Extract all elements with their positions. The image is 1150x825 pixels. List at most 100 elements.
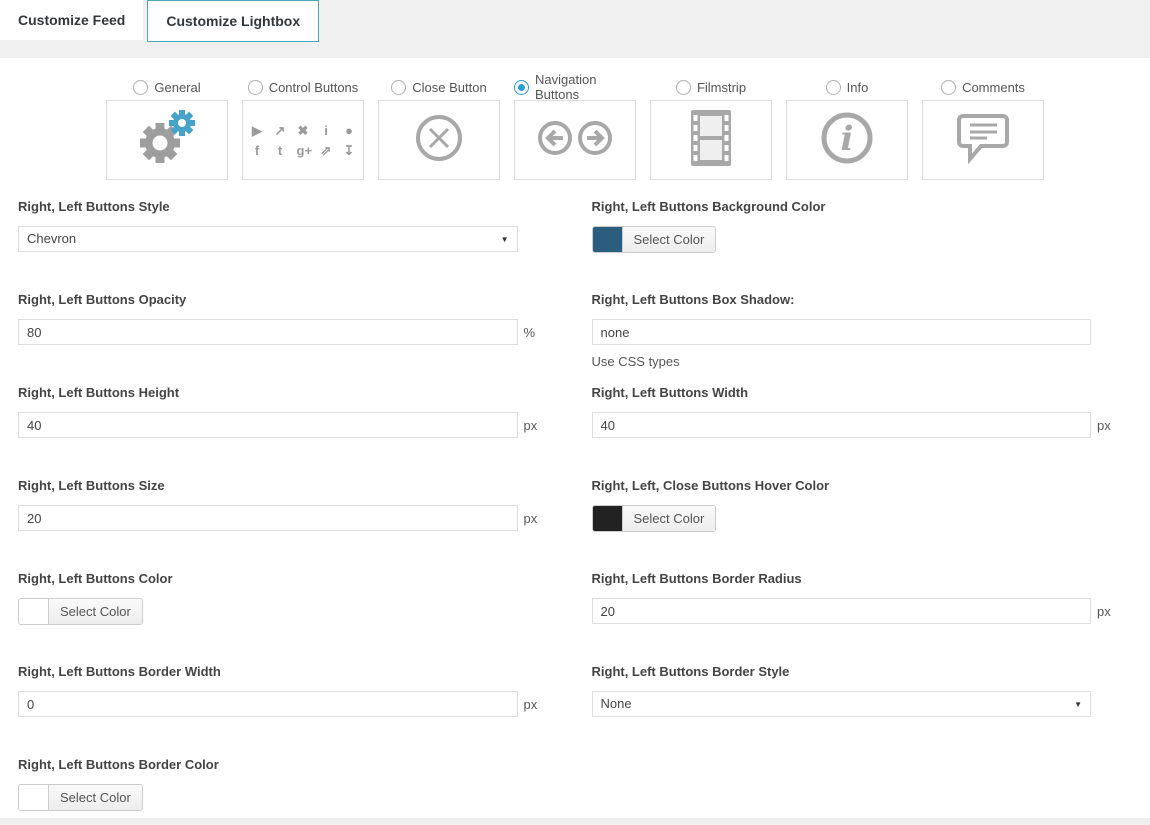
unit-suffix: px [524,418,538,433]
select-color-button[interactable]: Select Color [623,227,716,252]
section-comments: Comments [922,78,1044,180]
expand-icon: ↗ [274,124,287,137]
comment-icon: ● [343,124,356,137]
box-shadow-input[interactable] [592,319,1092,345]
tab-customize-lightbox[interactable]: Customize Lightbox [147,0,319,42]
select-value: None [601,696,632,711]
unit-suffix: px [524,697,538,712]
googleplus-icon: g+ [297,144,310,157]
width-input[interactable] [592,412,1092,438]
field-buttons-background-color: Right, Left Buttons Background Color Sel… [592,199,1118,292]
settings-page: Customize Feed Customize Lightbox Genera… [0,0,1150,825]
border-style-select[interactable]: None ▼ [592,691,1092,717]
radio-filmstrip[interactable]: Filmstrip [650,78,772,96]
radio-label: Filmstrip [697,80,746,95]
iconbox-navigation-buttons[interactable] [514,100,636,180]
border-color-picker[interactable]: Select Color [18,784,143,811]
info-icon: i [320,124,333,137]
twitter-icon: t [274,144,287,157]
section-info: Info i [786,78,908,180]
radio-circle-icon[interactable] [676,80,691,95]
filmstrip-icon [683,107,739,174]
field-border-color: Right, Left Buttons Border Color Select … [18,757,544,825]
radio-label: Control Buttons [269,80,359,95]
iconbox-filmstrip[interactable] [650,100,772,180]
iconbox-close-button[interactable] [378,100,500,180]
radio-control-buttons[interactable]: Control Buttons [242,78,364,96]
field-buttons-size: Right, Left Buttons Size px [18,478,544,571]
radio-close-button[interactable]: Close Button [378,78,500,96]
fullscreen-icon: ✖ [297,124,310,137]
lightbox-settings-panel: General [0,58,1150,818]
size-input[interactable] [18,505,518,531]
field-label: Right, Left Buttons Border Width [18,664,544,679]
prev-next-arrows-icon [535,118,615,163]
radio-comments[interactable]: Comments [922,78,1044,96]
section-filmstrip: Filmstrip [650,78,772,180]
hover-color-picker[interactable]: Select Color [592,505,717,532]
color-swatch[interactable] [19,599,49,624]
radio-general[interactable]: General [106,78,228,96]
color-swatch[interactable] [593,227,623,252]
field-label: Right, Left Buttons Border Radius [592,571,1118,586]
height-input[interactable] [18,412,518,438]
field-label: Right, Left Buttons Height [18,385,544,400]
buttons-style-select[interactable]: Chevron ▼ [18,226,518,252]
field-buttons-style: Right, Left Buttons Style Chevron ▼ [18,199,544,292]
info-circle-icon: i [816,107,878,174]
unit-suffix: % [524,325,536,340]
unit-suffix: px [1097,418,1111,433]
color-swatch[interactable] [19,785,49,810]
field-label: Right, Left Buttons Background Color [592,199,1118,214]
section-close-button: Close Button [378,78,500,180]
radio-label: General [154,80,200,95]
tab-customize-feed[interactable]: Customize Feed [0,0,143,40]
field-buttons-height: Right, Left Buttons Height px [18,385,544,478]
radio-circle-icon[interactable] [248,80,263,95]
radio-label: Info [847,80,869,95]
iconbox-info[interactable]: i [786,100,908,180]
field-label: Right, Left, Close Buttons Hover Color [592,478,1118,493]
field-border-width: Right, Left Buttons Border Width px [18,664,544,757]
section-selector: General [0,58,1150,180]
field-label: Right, Left Buttons Border Color [18,757,544,772]
field-label: Right, Left Buttons Box Shadow: [592,292,1118,307]
iconbox-control-buttons[interactable]: ▶ ↗ ✖ i ● f t g+ ⇗ ↧ [242,100,364,180]
border-width-input[interactable] [18,691,518,717]
field-label: Right, Left Buttons Width [592,385,1118,400]
radio-circle-checked-icon[interactable] [514,80,529,95]
chevron-down-icon: ▼ [501,227,509,253]
iconbox-general[interactable] [106,100,228,180]
opacity-input[interactable] [18,319,518,345]
gears-icon [134,107,200,174]
field-label: Right, Left Buttons Border Style [592,664,1118,679]
tab-bar: Customize Feed Customize Lightbox [0,0,1150,58]
field-label: Right, Left Buttons Opacity [18,292,544,307]
buttons-color-picker[interactable]: Select Color [18,598,143,625]
radio-label: Navigation Buttons [535,72,636,102]
radio-circle-icon[interactable] [133,80,148,95]
play-icon: ▶ [251,124,264,137]
select-color-button[interactable]: Select Color [49,785,142,810]
download-icon: ↧ [343,144,356,157]
settings-form: Right, Left Buttons Style Chevron ▼ Righ… [0,180,1150,825]
select-color-button[interactable]: Select Color [49,599,142,624]
radio-circle-icon[interactable] [941,80,956,95]
radio-circle-icon[interactable] [391,80,406,95]
radio-label: Close Button [412,80,486,95]
iconbox-comments[interactable] [922,100,1044,180]
field-box-shadow: Right, Left Buttons Box Shadow: Use CSS … [592,292,1118,385]
color-swatch[interactable] [593,506,623,531]
field-hover-color: Right, Left, Close Buttons Hover Color S… [592,478,1118,571]
empty-cell [592,757,1118,825]
section-general: General [106,78,228,180]
border-radius-input[interactable] [592,598,1092,624]
radio-circle-icon[interactable] [826,80,841,95]
helper-text: Use CSS types [592,354,1118,369]
select-color-button[interactable]: Select Color [623,506,716,531]
field-label: Right, Left Buttons Size [18,478,544,493]
radio-navigation-buttons[interactable]: Navigation Buttons [514,78,636,96]
radio-info[interactable]: Info [786,78,908,96]
field-label: Right, Left Buttons Style [18,199,544,214]
background-color-picker[interactable]: Select Color [592,226,717,253]
